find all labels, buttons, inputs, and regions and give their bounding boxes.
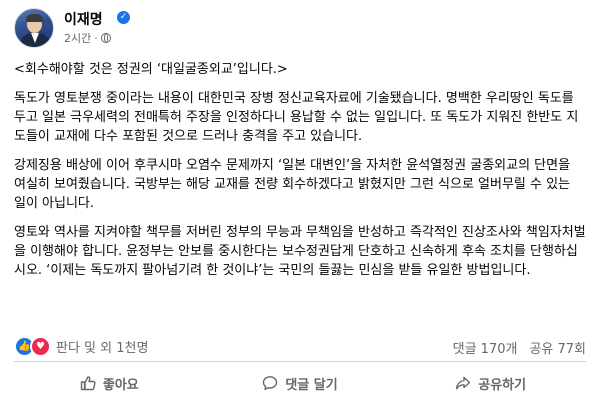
verified-badge-icon: ✓ [117,11,130,24]
post-paragraph: 강제징용 배상에 이어 후쿠시마 오염수 문제까지 ‘일본 대변인’을 자처한 … [14,158,571,211]
share-count[interactable]: 공유 77회 [529,338,586,357]
post-paragraph: 독도가 영토분쟁 중이라는 내용이 대한민국 장병 정신교육자료에 기술됐습니다… [14,91,579,144]
post-timestamp[interactable]: 2시간 [64,30,91,46]
share-button[interactable]: 공유하기 [395,366,586,400]
post-paragraph: <회수해야할 것은 정권의 ‘대일굴종외교’입니다.> [14,62,288,77]
reaction-summary[interactable]: 👍 ♥ 판다 및 외 1천명 [14,336,148,357]
comment-button[interactable]: 댓글 달기 [205,366,396,400]
globe-icon[interactable] [100,33,111,43]
heart-icon: ♥ [30,336,51,357]
post-paragraph: 영토와 역사를 지켜야할 책무를 저버린 정부의 무능과 무책임을 반성하고 즉… [14,225,586,278]
action-bar: 좋아요 댓글 달기 공유하기 [14,366,586,400]
share-arrow-icon [456,376,471,390]
like-button-label: 좋아요 [102,377,139,393]
author-name[interactable]: 이재명 [64,9,103,29]
reactions-bar: 👍 ♥ 판다 및 외 1천명 댓글 170개 공유 77회 [14,333,586,357]
divider [14,361,586,362]
share-button-label: 공유하기 [478,377,527,393]
post-header: 이재명 ✓ 2시간 · [14,6,586,52]
author-avatar[interactable] [14,8,54,48]
post-body: <회수해야할 것은 정권의 ‘대일굴종외교’입니다.> 독도가 영토분쟁 중이라… [14,60,586,290]
thumbs-up-icon [80,376,96,391]
meta-separator: · [94,31,98,45]
post-meta: 2시간 · [64,30,111,46]
comment-button-label: 댓글 달기 [285,377,338,393]
speech-bubble-icon [263,376,278,391]
reaction-count[interactable]: 판다 및 외 1천명 [56,337,148,356]
comment-count[interactable]: 댓글 170개 [453,338,518,357]
like-button[interactable]: 좋아요 [14,366,205,400]
